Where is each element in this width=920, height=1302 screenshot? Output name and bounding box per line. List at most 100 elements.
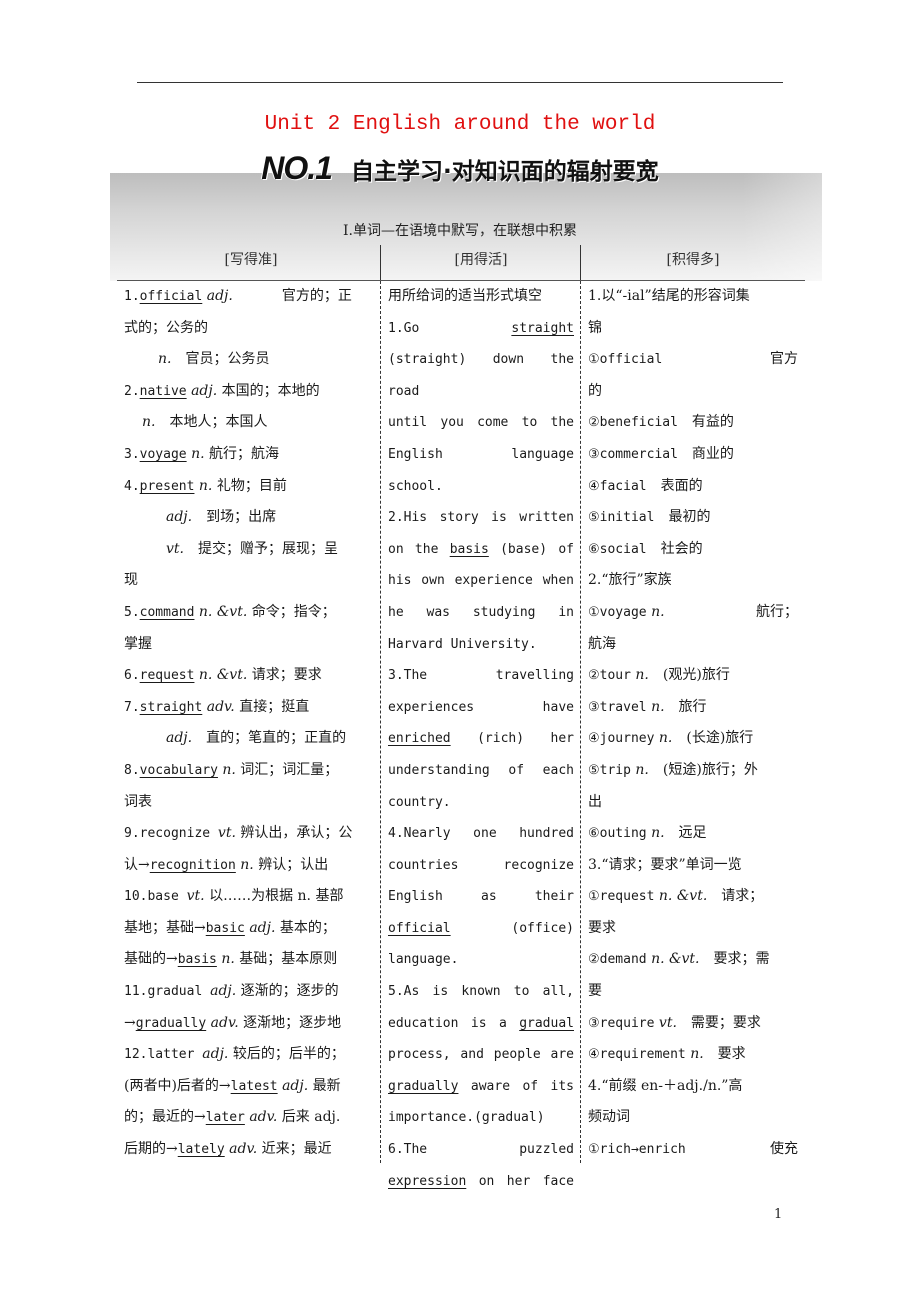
part-of-speech: n. xyxy=(216,951,235,968)
vocab-entry-line: →gradually adv. 逐渐地；逐步地 xyxy=(124,1008,378,1040)
exercise-text: understanding of each xyxy=(388,762,574,778)
entry-lead: → xyxy=(124,1014,136,1031)
entry-meaning: 直接；挺直 xyxy=(234,698,310,715)
entry-meaning: 逐渐地；逐步地 xyxy=(238,1014,342,1031)
word-family-meaning: (长途)旅行 xyxy=(672,730,754,747)
vocab-answer: later xyxy=(205,1110,245,1126)
entry-number: 3. xyxy=(124,446,140,462)
entry-lead: 的；最近的→ xyxy=(124,1109,206,1126)
fill-in-answer: straight xyxy=(511,320,574,336)
entry-meaning: 逐渐的；逐步的 xyxy=(236,983,339,1000)
entry-meaning: 最新 xyxy=(308,1077,341,1094)
entry-meaning: 礼物；目前 xyxy=(212,477,287,494)
exercise-instruction: 用所给词的适当形式填空 xyxy=(388,288,542,304)
column-use: 用所给词的适当形式填空 1.Go straight (straight) down… xyxy=(388,281,574,1197)
column-header-write: [写得准] xyxy=(224,252,278,268)
header-rule xyxy=(137,82,783,83)
vocab-answer: basic xyxy=(205,920,245,936)
entry-number: 9.recognize xyxy=(124,826,218,842)
entry-text: 式的；公务的 xyxy=(124,319,208,336)
vocab-entry-line: 6.request n. &vt. 请求；要求 xyxy=(124,660,378,692)
word-family-line: ④facial 表面的 xyxy=(588,471,798,503)
exercise-text: 2.His story is written xyxy=(388,510,574,526)
word-family-line: ⑤trip n. (短途)旅行；外 xyxy=(588,755,798,787)
vocab-entry-line: 认→recognition n. 辨认；认出 xyxy=(124,850,378,882)
exercise-line: his own experience when xyxy=(388,565,574,597)
word-family-line: ①voyage n. 航行； xyxy=(588,597,798,629)
word-family-word: ②beneficial xyxy=(588,415,678,431)
entry-meaning: 以……为根据 n. 基部 xyxy=(204,888,344,905)
vocab-entry-line: 8.vocabulary n. 词汇；词汇量； xyxy=(124,755,378,787)
word-family-meaning: 社会的 xyxy=(646,540,703,557)
word-family-meaning: (短途)旅行；外 xyxy=(648,761,758,778)
fill-in-answer: gradual xyxy=(519,1015,574,1031)
part-of-speech: n. xyxy=(142,414,156,431)
word-family-word: ③commercial xyxy=(588,446,678,462)
word-family-line: 要 xyxy=(588,976,798,1008)
vocab-entry-line: 1.official adj. 官方的；正 xyxy=(124,281,378,313)
word-family-text: 1.以“-ial”结尾的形容词集 xyxy=(588,288,750,304)
fill-in-answer: basis xyxy=(449,541,489,557)
word-family-line: ①request n. &vt. 请求； xyxy=(588,881,798,913)
word-family-text: 频动词 xyxy=(588,1109,630,1126)
part-of-speech: adj. xyxy=(277,1077,309,1094)
vocab-answer: recognition xyxy=(149,857,236,873)
word-family-term: ①official xyxy=(588,344,662,376)
exercise-line: 5.As is known to all, xyxy=(388,976,574,1008)
exercise-line: 2.His story is written xyxy=(388,502,574,534)
vocab-answer: command xyxy=(139,604,195,620)
word-family-line: ⑥social 社会的 xyxy=(588,534,798,566)
section-heading: NO.1 自主学习·对知识面的辐射要宽 xyxy=(0,150,920,187)
exercise-text: importance.(gradual) xyxy=(388,1110,545,1126)
part-of-speech: vt. xyxy=(217,825,236,842)
part-of-speech: vt. xyxy=(186,888,205,905)
entry-number: 8. xyxy=(124,762,140,778)
part-of-speech: n. xyxy=(186,445,205,462)
word-family-word: ④journey xyxy=(588,731,655,747)
vocab-entry-line: 的；最近的→later adv. 后来 adj. xyxy=(124,1102,378,1134)
part-of-speech: n. xyxy=(654,730,673,747)
word-family-word: ④facial xyxy=(588,478,647,494)
entry-meaning: 官员；公务员 xyxy=(171,351,270,368)
entry-meaning: 直的；笔直的；正直的 xyxy=(192,730,347,747)
exercise-text: school. xyxy=(388,478,443,494)
word-family-line: 锦 xyxy=(588,313,798,345)
exercise-line: country. xyxy=(388,787,574,819)
entry-number: 2. xyxy=(124,383,140,399)
word-family-text: 出 xyxy=(588,793,602,810)
word-family-meaning: 官方 xyxy=(770,351,798,368)
vocab-entry-line: (两者中)后者的→latest adj. 最新 xyxy=(124,1071,378,1103)
entry-lead: 后期的→ xyxy=(124,1141,178,1158)
entry-meaning: 辨认出，承认；公 xyxy=(235,825,353,842)
exercise-line: Harvard University. xyxy=(388,629,574,661)
entry-number: 12.latter xyxy=(124,1047,203,1063)
exercise-text: (straight) down the road xyxy=(388,352,574,399)
vocab-entry-line: adj. 直的；笔直的；正直的 xyxy=(124,723,378,755)
section-title: 自主学习·对知识面的辐射要宽 xyxy=(351,159,659,185)
entry-meaning: 提交；赠予；展现；呈 xyxy=(184,540,338,557)
column-write: 1.official adj. 官方的；正 式的；公务的 n. 官员；公务员 2.na… xyxy=(124,281,378,1166)
entry-meaning: 辨认；认出 xyxy=(253,856,329,873)
word-family-line: ③require vt. 需要；要求 xyxy=(588,1008,798,1040)
part-of-speech: n. xyxy=(630,667,649,684)
word-family-line: 航海 xyxy=(588,629,798,661)
word-family-line: ⑥outing n. 远足 xyxy=(588,818,798,850)
vocab-entry-line: n. 官员；公务员 xyxy=(124,344,378,376)
word-family-meaning: 有益的 xyxy=(677,414,734,431)
vocab-entry-line: 现 xyxy=(124,565,378,597)
word-family-line: 频动词 xyxy=(588,1102,798,1134)
exercise-text: education is a xyxy=(388,1015,520,1031)
exercise-text: country. xyxy=(388,794,451,810)
word-family-line: ②beneficial 有益的 xyxy=(588,407,798,439)
part-of-speech: n. xyxy=(194,477,213,494)
exercise-line: he was studying in xyxy=(388,597,574,629)
part-of-speech: adv. xyxy=(206,1014,239,1031)
part-of-speech: vt. xyxy=(166,540,184,557)
exercise-line: 1.Go straight xyxy=(388,313,574,345)
column-divider-dashed xyxy=(380,281,381,1163)
word-family-text: 3.“请求；要求”单词一览 xyxy=(588,856,742,873)
section-number: NO.1 xyxy=(261,150,333,186)
word-family-word: ④requirement xyxy=(588,1047,686,1063)
part-of-speech: adj. xyxy=(210,983,237,1000)
entry-lead: 基础的→ xyxy=(124,951,178,968)
